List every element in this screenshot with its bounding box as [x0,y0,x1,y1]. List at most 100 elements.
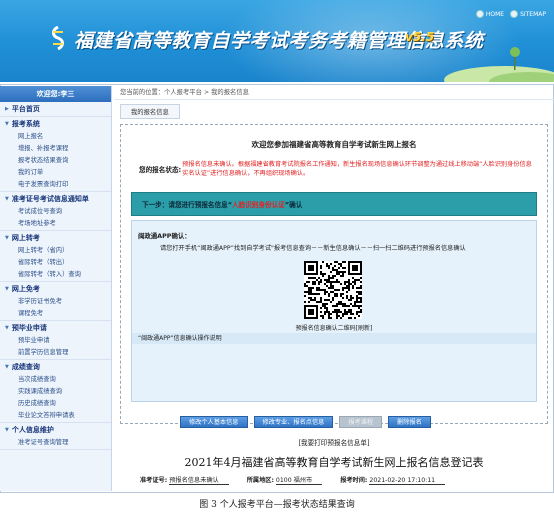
sidebar-item[interactable]: 网上报名 [0,131,111,143]
sitemap-link[interactable]: SITEMAP [510,10,546,18]
sidebar-item[interactable]: 我的订单 [0,167,111,179]
time-field: 报考时间: 2021-02-20 17:10:11 [340,475,446,485]
home-label: HOME [485,10,505,18]
sidebar-group: ▼ 网上免考 非学历证书免考 课程免考 [0,282,111,321]
landscape-decoration [444,47,554,82]
sidebar-item[interactable]: 省际转考（转入）查询 [0,269,111,281]
sidebar-item[interactable]: 电子发票查询打印 [0,179,111,191]
breadcrumb: 您当前的位置：个人报考平台 > 我的报名信息 [114,86,554,100]
time-value: 2021-02-20 17:10:11 [369,477,446,485]
exam-no-value: 预报名信息未确认 [169,477,229,485]
sidebar-group: ▼ 报考系统 网上报名 增报、补报考课程 报考状态结果查询 我的订单 电子发票查询打印 [0,117,111,192]
region-label: 所属地区: [246,477,274,484]
expand-down-icon: ▼ [5,286,9,292]
home-link[interactable]: HOME [475,10,505,18]
expand-right-icon: ▶ [5,106,9,112]
figure-caption: 图 3 个人报考平台—报考状态结果查询 [199,500,355,510]
next-step-bar: 下一步：请您进行预报名信息“人脸识别身份认证”确认 [131,192,537,216]
expand-down-icon: ▼ [5,427,9,433]
expand-down-icon: ▼ [5,325,9,331]
sidebar-group-label: 个人信息维护 [11,426,54,434]
app-confirm-title: 闽政通APP确认： [138,232,191,240]
main-content: 您当前的位置：个人报考平台 > 我的报名信息 我的报名信息 欢迎您参加福建省高等… [114,86,554,491]
sitemap-icon [510,10,519,18]
sidebar-item[interactable]: 课程免考 [0,308,111,320]
region-value: 0100 福州市 [275,477,323,485]
next-step-highlight: 人脸识别身份认证 [232,201,285,209]
sidebar: 欢迎您:李三 ▶ 平台首页 ▼ 报考系统 网上报名 增报、补报考课程 报考状态结果查询 我的订… [0,86,112,491]
sidebar-group: ▼ 预毕业申请 预毕业申请 前置学历信息管理 [0,321,111,360]
sidebar-item[interactable]: 准考证号查询管理 [0,437,111,449]
sidebar-group-title[interactable]: ▼ 成绩查询 [0,360,111,374]
top-links: HOME SITEMAP [475,10,546,18]
sidebar-group-title[interactable]: ▼ 报考系统 [0,117,111,131]
sidebar-item[interactable]: 实践课成绩查询 [0,386,111,398]
sidebar-item[interactable]: 前置学历信息管理 [0,347,111,359]
expand-down-icon: ▼ [5,364,9,370]
sidebar-group: ▼ 个人信息维护 准考证号查询管理 [0,423,111,450]
time-label: 报考时间: [340,477,368,484]
sidebar-group-title[interactable]: ▶ 平台首页 [0,102,111,116]
ribbon-logo-icon [52,26,64,50]
header-banner: 福建省高等教育自学考试考务考籍管理信息系统 v5.5 HOME SITEMAP [0,0,554,82]
registration-panel: 欢迎您参加福建省高等教育自学考试新生网上报名 您的报名状态: 预报名信息未确认。… [120,124,548,424]
sidebar-item[interactable]: 考场地址参考 [0,218,111,230]
next-step-suffix: ”确认 [284,201,303,209]
sidebar-group-label: 成绩查询 [11,363,40,371]
sidebar-item[interactable]: 非学历证书免考 [0,296,111,308]
sitemap-label: SITEMAP [520,10,546,18]
sidebar-group-title[interactable]: ▼ 个人信息维护 [0,423,111,437]
action-button[interactable]: 删除报名 [388,416,431,428]
sidebar-item[interactable]: 增报、补报考课程 [0,143,111,155]
exam-no-label: 准考证号: [140,477,168,484]
print-link[interactable]: [我要打印预报名信息单] [114,437,554,447]
exam-no-field: 准考证号: 预报名信息未确认 [140,475,229,485]
sidebar-item[interactable]: 毕业论文答辩申请表 [0,410,111,422]
sidebar-group-title[interactable]: ▼ 网上转考 [0,231,111,245]
qr-code-icon[interactable] [304,261,362,319]
sidebar-group-label: 报考系统 [11,120,40,128]
action-button: 报考课程 [339,416,383,428]
sidebar-group: ▼ 网上转考 网上转考（省内） 省际转考（转出） 省际转考（转入）查询 [0,231,111,282]
expand-down-icon: ▼ [5,235,9,241]
qr-caption[interactable]: 预报名信息确认二维码[刷新] [132,323,536,332]
expand-down-icon: ▼ [5,196,9,202]
sidebar-item[interactable]: 考试成位号查询 [0,206,111,218]
expand-down-icon: ▼ [5,121,9,127]
sidebar-group-label: 网上转考 [11,234,40,242]
sidebar-item[interactable]: 报考状态结果查询 [0,155,111,167]
app-confirm-box: 闽政通APP确认： 请您打开手机“闽政通APP”找到自学考试"报考信息查询－－新… [131,220,537,402]
tab-my-registration[interactable]: 我的报名信息 [120,104,180,119]
sidebar-item[interactable]: 当次成绩查询 [0,374,111,386]
sidebar-group-label: 网上免考 [11,285,40,293]
app-version: v5.5 [405,30,435,44]
action-button[interactable]: 修改专业、报名点信息 [253,416,334,428]
tab-bar: 我的报名信息 [114,100,554,120]
app-instruction: 请您打开手机“闽政通APP”找到自学考试"报考信息查询－－新生信息确认－－扫一扫… [160,245,466,252]
sidebar-group-title[interactable]: ▼ 网上免考 [0,282,111,296]
register-info-row: 准考证号: 预报名信息未确认 所属地区: 0100 福州市 报考时间: 2021… [140,475,446,485]
home-icon [475,10,484,18]
sidebar-group-label: 预毕业申请 [11,324,47,332]
sidebar-group-title[interactable]: ▼ 预毕业申请 [0,321,111,335]
operation-guide-link[interactable]: “闽政通APP”信息确认操作说明 [132,333,536,344]
register-title: 2021年4月福建省高等教育自学考试新生网上报名信息登记表 [184,456,484,469]
action-buttons: 修改个人基本信息 修改专业、报名点信息 报考课程 删除报名 [180,416,431,428]
status-label: 您的报名状态: [139,166,182,174]
sidebar-group-title[interactable]: ▼ 准考证号考试信息通知单 [0,192,111,206]
sidebar-item[interactable]: 预毕业申请 [0,335,111,347]
next-step-prefix: 下一步：请您进行预报名信息“ [142,201,233,209]
welcome-heading: 欢迎您参加福建省高等教育自学考试新生网上报名 [251,140,417,149]
sidebar-group-label: 平台首页 [11,105,40,113]
sidebar-item[interactable]: 省际转考（转出） [0,257,111,269]
sidebar-group-label: 准考证号考试信息通知单 [11,195,89,203]
welcome-bar: 欢迎您:李三 [0,86,111,102]
sidebar-group: ▼ 准考证号考试信息通知单 考试成位号查询 考场地址参考 [0,192,111,231]
sidebar-menu: ▶ 平台首页 ▼ 报考系统 网上报名 增报、补报考课程 报考状态结果查询 我的订单 电子发票查询… [0,102,111,450]
status-text: 预报名信息未确认。根据福建省教育考试院报名工作通知，新生报名现场信息确认环节调整… [182,161,532,177]
action-button[interactable]: 修改个人基本信息 [180,416,248,428]
sidebar-item[interactable]: 网上转考（省内） [0,245,111,257]
sidebar-item[interactable]: 历史成绩查询 [0,398,111,410]
sidebar-group: ▶ 平台首页 [0,102,111,117]
sidebar-group: ▼ 成绩查询 当次成绩查询 实践课成绩查询 历史成绩查询 毕业论文答辩申请表 [0,360,111,423]
